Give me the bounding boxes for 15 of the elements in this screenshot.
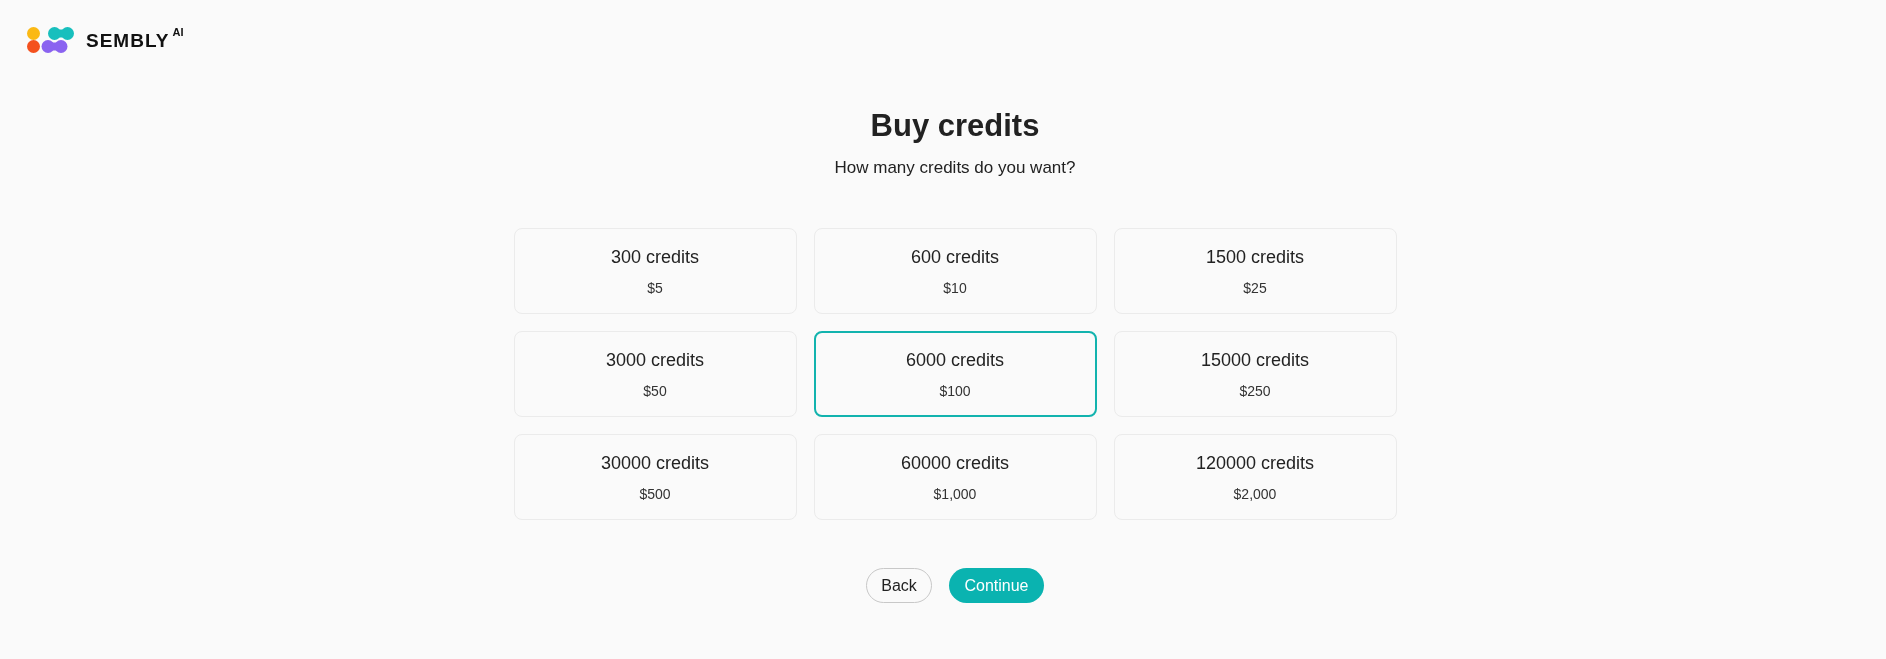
page-title: Buy credits <box>870 108 1040 144</box>
credit-option[interactable]: 300 credits $5 <box>513 228 797 314</box>
credit-option[interactable]: 600 credits $10 <box>813 228 1097 314</box>
logo-wordmark: SEMBLY <box>86 31 170 50</box>
credit-option[interactable]: 15000 credits $250 <box>1113 331 1397 417</box>
credit-option[interactable]: 60000 credits $1,000 <box>813 434 1097 520</box>
credit-option[interactable]: 120000 credits $2,000 <box>1113 434 1397 520</box>
logo-superscript: AI <box>172 27 184 38</box>
credit-option[interactable]: 1500 credits $25 <box>1113 228 1397 314</box>
credit-option[interactable]: 6000 credits $100 <box>813 331 1097 417</box>
logo-icon <box>27 27 74 53</box>
page-subtitle: How many credits do you want? <box>834 158 1076 178</box>
credit-option[interactable]: 30000 credits $500 <box>513 434 797 520</box>
back-button[interactable]: Back <box>866 568 932 603</box>
credit-option[interactable]: 3000 credits $50 <box>513 331 797 417</box>
